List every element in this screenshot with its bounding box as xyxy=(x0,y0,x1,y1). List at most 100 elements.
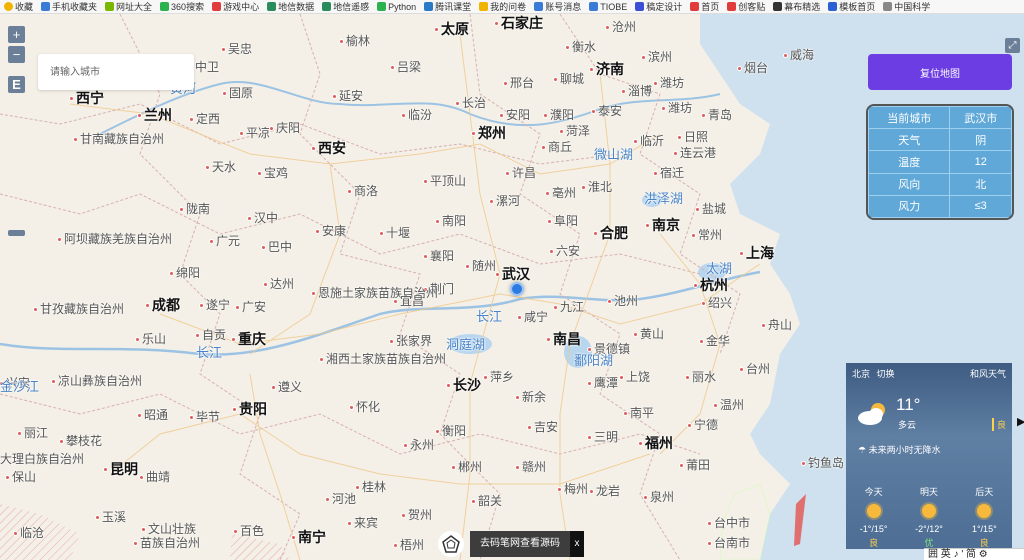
weather-switch-link[interactable]: 切换 xyxy=(877,369,895,379)
ime-toolbar[interactable]: 囲 英 ♪ ' 简 ⚙ xyxy=(924,548,1024,560)
zoom-out-button[interactable]: − xyxy=(8,46,25,63)
city-dot[interactable] xyxy=(263,282,268,287)
city-dot[interactable] xyxy=(205,165,210,170)
city-dot[interactable] xyxy=(605,25,610,30)
city-dot[interactable] xyxy=(401,513,406,518)
city-dot[interactable] xyxy=(685,375,690,380)
city-dot[interactable] xyxy=(209,239,214,244)
bookmark-item[interactable]: 腾讯课堂 xyxy=(420,0,475,13)
city-dot[interactable] xyxy=(232,407,237,412)
city-dot[interactable] xyxy=(495,272,500,277)
city-dot[interactable] xyxy=(231,337,236,342)
city-dot[interactable] xyxy=(235,305,240,310)
city-dot[interactable] xyxy=(51,379,56,384)
city-dot[interactable] xyxy=(701,113,706,118)
city-dot[interactable] xyxy=(261,245,266,250)
bookmark-item[interactable]: 游戏中心 xyxy=(208,0,263,13)
bookmark-item[interactable]: 网址大全 xyxy=(101,0,156,13)
city-dot[interactable] xyxy=(645,223,650,228)
city-dot[interactable] xyxy=(471,499,476,504)
city-dot[interactable] xyxy=(699,339,704,344)
city-dot[interactable] xyxy=(559,129,564,134)
city-dot[interactable] xyxy=(347,189,352,194)
city-dot[interactable] xyxy=(591,109,596,114)
fullscreen-icon[interactable]: ⤢ xyxy=(1005,38,1020,53)
city-dot[interactable] xyxy=(13,531,18,536)
city-dot[interactable] xyxy=(687,423,692,428)
city-dot[interactable] xyxy=(315,229,320,234)
city-dot[interactable] xyxy=(389,339,394,344)
city-dot[interactable] xyxy=(679,463,684,468)
city-dot[interactable] xyxy=(549,249,554,254)
city-dot[interactable] xyxy=(423,179,428,184)
source-code-promo[interactable]: 去码笔网查看源码 x xyxy=(438,527,594,560)
city-dot[interactable] xyxy=(489,199,494,204)
city-dot[interactable] xyxy=(553,77,558,82)
city-dot[interactable] xyxy=(347,521,352,526)
city-dot[interactable] xyxy=(581,185,586,190)
city-dot[interactable] xyxy=(390,65,395,70)
city-dot[interactable] xyxy=(673,151,678,156)
bookmark-item[interactable]: TIOBE xyxy=(585,0,631,13)
city-dot[interactable] xyxy=(589,67,594,72)
bookmark-item[interactable]: 创客贴 xyxy=(723,0,769,13)
city-dot[interactable] xyxy=(446,383,451,388)
city-dot[interactable] xyxy=(545,191,550,196)
city-dot[interactable] xyxy=(57,237,62,242)
city-dot[interactable] xyxy=(633,332,638,337)
city-dot[interactable] xyxy=(707,541,712,546)
city-dot[interactable] xyxy=(169,271,174,276)
city-dot[interactable] xyxy=(133,541,138,546)
city-dot[interactable] xyxy=(619,375,624,380)
bookmark-item[interactable]: 360搜索 xyxy=(156,0,208,13)
city-dot[interactable] xyxy=(739,367,744,372)
city-dot[interactable] xyxy=(393,299,398,304)
city-dot[interactable] xyxy=(239,131,244,136)
city-dot[interactable] xyxy=(661,106,666,111)
city-dot[interactable] xyxy=(435,429,440,434)
current-city-marker[interactable] xyxy=(510,282,524,296)
city-dot[interactable] xyxy=(707,521,712,526)
city-dot[interactable] xyxy=(69,96,74,101)
city-dot[interactable] xyxy=(633,139,638,144)
city-dot[interactable] xyxy=(701,301,706,306)
bookmark-item[interactable]: 收藏 xyxy=(0,0,37,13)
city-dot[interactable] xyxy=(455,101,460,106)
city-dot[interactable] xyxy=(403,443,408,448)
city-dot[interactable] xyxy=(135,337,140,342)
city-dot[interactable] xyxy=(587,435,592,440)
city-dot[interactable] xyxy=(139,475,144,480)
city-dot[interactable] xyxy=(222,91,227,96)
city-dot[interactable] xyxy=(713,403,718,408)
map-canvas[interactable]: 沧州 吴忠 榆林 衡水 滨州 烟台 威海 中卫 吕梁 邢台 聊城 潍坊 固原 延安 淄博 临汾 长治 安阳 濮阳 泰安… xyxy=(0,14,1024,560)
city-dot[interactable] xyxy=(291,535,296,540)
zoom-in-button[interactable]: + xyxy=(8,26,25,43)
bookmark-item[interactable]: Python xyxy=(373,0,420,13)
bookmark-item[interactable]: 地信数据 xyxy=(263,0,318,13)
city-dot[interactable] xyxy=(319,357,324,362)
city-dot[interactable] xyxy=(189,415,194,420)
city-dot[interactable] xyxy=(607,299,612,304)
city-dot[interactable] xyxy=(145,303,150,308)
city-dot[interactable] xyxy=(677,135,682,140)
city-dot[interactable] xyxy=(233,529,238,534)
city-dot[interactable] xyxy=(643,495,648,500)
city-dot[interactable] xyxy=(515,465,520,470)
city-dot[interactable] xyxy=(271,385,276,390)
city-dot[interactable] xyxy=(695,207,700,212)
city-dot[interactable] xyxy=(761,323,766,328)
bookmark-item[interactable]: 中国科学 xyxy=(879,0,934,13)
city-search-input[interactable] xyxy=(38,54,194,90)
city-dot[interactable] xyxy=(693,283,698,288)
city-dot[interactable] xyxy=(589,489,594,494)
city-dot[interactable] xyxy=(339,39,344,44)
city-dot[interactable] xyxy=(195,333,200,338)
city-dot[interactable] xyxy=(653,171,658,176)
city-dot[interactable] xyxy=(451,465,456,470)
city-dot[interactable] xyxy=(546,337,551,342)
bookmark-item[interactable]: 我的问卷 xyxy=(475,0,530,13)
city-dot[interactable] xyxy=(653,81,658,86)
city-dot[interactable] xyxy=(355,485,360,490)
city-dot[interactable] xyxy=(527,425,532,430)
city-dot[interactable] xyxy=(247,216,252,221)
